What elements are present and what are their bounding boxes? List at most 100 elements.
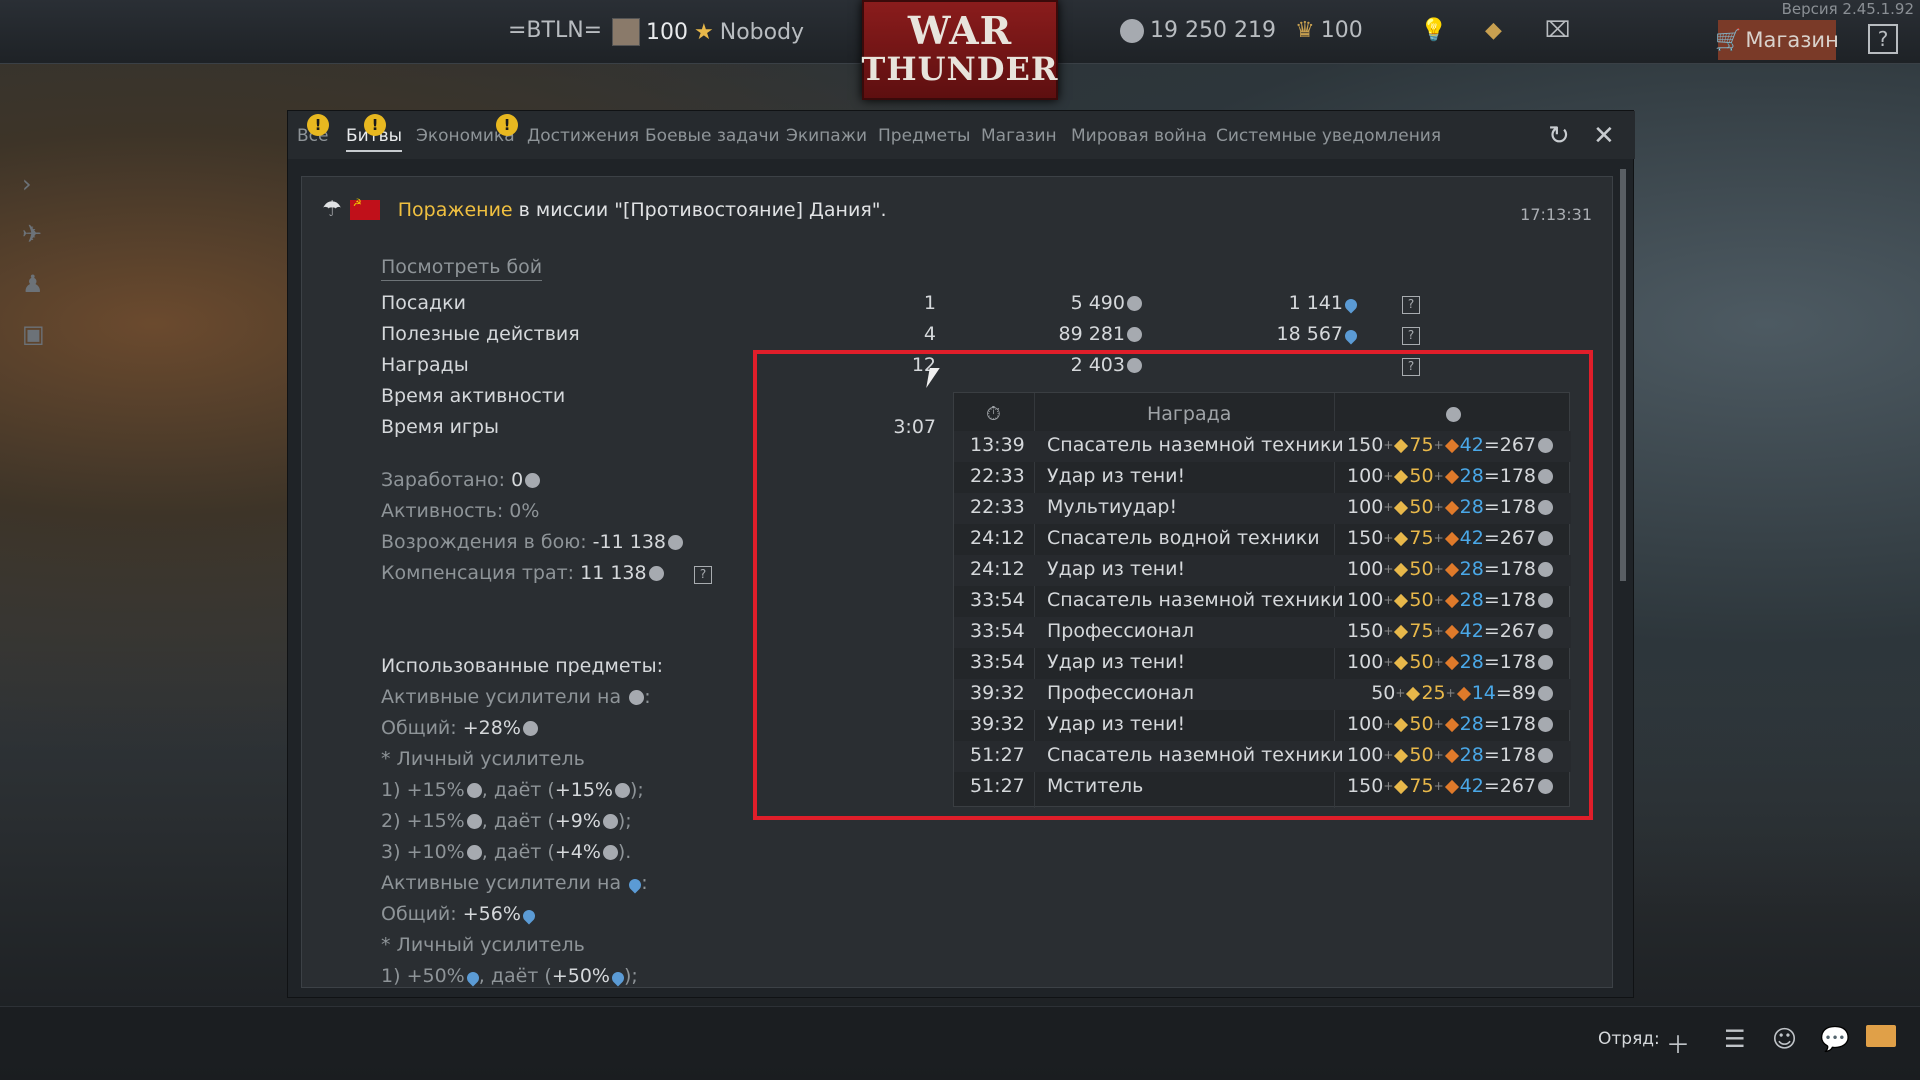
- booster-icon: [1444, 624, 1459, 640]
- add-icon[interactable]: ＋: [1666, 1025, 1690, 1060]
- silver-lion-icon: [1538, 500, 1553, 515]
- reward-name: Профессионал: [1047, 682, 1194, 704]
- reward-value: 100+ 50+ 28=178: [1347, 558, 1553, 580]
- research-point-icon: [1342, 327, 1360, 345]
- tab-world-war[interactable]: Мировая война: [1071, 126, 1207, 146]
- reward-name: Удар из тени!: [1047, 713, 1186, 735]
- tab-achievements[interactable]: Достижения: [527, 126, 639, 146]
- tab-system-notifications[interactable]: Системные уведомления: [1216, 126, 1441, 146]
- premium-icon: [1394, 531, 1409, 547]
- stat-count: 1: [923, 292, 936, 314]
- silver-lion-icon: [1120, 18, 1144, 43]
- refresh-icon[interactable]: ↻: [1548, 121, 1570, 151]
- reward-time: 13:39: [970, 434, 1025, 456]
- top-bar: Версия 2.45.1.92 =BTLN= 100 ★ Nobody WAR…: [0, 0, 1920, 100]
- reward-row: 22:33 Удар из тени! 100+ 50+ 28=178: [954, 462, 1571, 493]
- slot-icon[interactable]: ▣: [22, 320, 45, 348]
- rp-total-line: Общий: +56%: [381, 903, 538, 925]
- golden-eagles-value: 100: [1320, 18, 1363, 43]
- silver-lion-icon: [668, 535, 683, 550]
- stat-label: Награды: [381, 354, 469, 376]
- reward-row: 51:27 Мститель 150+ 75+ 42=267: [954, 772, 1571, 803]
- premium-icon: [1394, 779, 1409, 795]
- premium-diamond-icon[interactable]: ◆: [1485, 18, 1502, 43]
- list-icon[interactable]: ☰: [1724, 1025, 1746, 1053]
- scrollbar[interactable]: [1620, 169, 1626, 581]
- country-flag-icon: [349, 198, 380, 220]
- mail-icon[interactable]: [1866, 1025, 1896, 1047]
- research-point-icon: [626, 876, 644, 894]
- earned-line: Заработано: 0: [381, 469, 541, 491]
- help-icon[interactable]: ?: [694, 566, 712, 584]
- premium-icon: [1394, 717, 1409, 733]
- clan-tag[interactable]: =BTLN=: [508, 18, 602, 43]
- activity-line: Активность: 0%: [381, 500, 540, 522]
- crew-icon[interactable]: ♟: [22, 270, 45, 298]
- tab-economy[interactable]: ! Экономика: [416, 114, 518, 146]
- booster-icon: [1444, 469, 1459, 485]
- lightbulb-icon[interactable]: 💡: [1420, 18, 1447, 43]
- tab-shop[interactable]: Магазин: [981, 126, 1057, 146]
- reward-row: 22:33 Мультиудар! 100+ 50+ 28=178: [954, 493, 1571, 524]
- booster-icon: [1444, 748, 1459, 764]
- booster-icon: [1444, 593, 1459, 609]
- premium-icon: [1394, 469, 1409, 485]
- premium-icon: [1394, 748, 1409, 764]
- booster-icon: [1444, 500, 1459, 516]
- stat-label: Время игры: [381, 416, 499, 438]
- booster-icon: [1444, 779, 1459, 795]
- reward-name: Удар из тени!: [1047, 651, 1186, 673]
- silver-lion-icon: [1538, 655, 1553, 670]
- shop-button[interactable]: 🛒 Магазин: [1715, 20, 1839, 60]
- ticket-icon[interactable]: ⌧: [1545, 18, 1570, 43]
- reward-value: 100+ 50+ 28=178: [1347, 589, 1553, 611]
- tab-crews[interactable]: Экипажи: [786, 126, 867, 146]
- golden-eagles-balance[interactable]: ♛ 100: [1295, 18, 1363, 43]
- stat-label: Посадки: [381, 292, 466, 314]
- reward-time: 24:12: [970, 527, 1025, 549]
- mission-name: в миссии "[Противостояние] Дания".: [518, 198, 887, 221]
- help-icon[interactable]: ?: [1402, 327, 1420, 345]
- reward-name: Спасатель наземной техники: [1047, 434, 1344, 456]
- reward-value: 100+ 50+ 28=178: [1347, 496, 1553, 518]
- left-side-icons: › ✈ ♟ ▣: [22, 170, 45, 348]
- contacts-icon[interactable]: ☺: [1772, 1025, 1797, 1053]
- booster-icon: [1444, 531, 1459, 547]
- reward-row: 13:39 Спасатель наземной техники 150+ 75+ 42…: [954, 431, 1571, 462]
- view-battle-link[interactable]: Посмотреть бой: [381, 256, 543, 281]
- tab-items[interactable]: Предметы: [878, 126, 970, 146]
- squad-label: Отряд:: [1598, 1029, 1660, 1049]
- reward-row: 39:32 Профессионал 50+ 25+ 14=89: [954, 679, 1571, 710]
- chat-icon[interactable]: 💬: [1820, 1025, 1850, 1053]
- stat-sl: 5 490: [1071, 292, 1142, 314]
- compensation-line: Компенсация трат: 11 138: [381, 562, 664, 584]
- war-thunder-logo[interactable]: WAR THUNDER: [862, 0, 1058, 100]
- help-icon[interactable]: ?: [1402, 296, 1420, 314]
- bottom-bar: Отряд: ＋ ☰ ☺ 💬: [0, 1006, 1920, 1066]
- warning-icon: !: [364, 114, 386, 136]
- tab-battle-tasks[interactable]: Боевые задачи: [645, 126, 780, 146]
- close-icon[interactable]: ✕: [1593, 121, 1615, 151]
- silver-lion-icon: [1538, 469, 1553, 484]
- plane-icon[interactable]: ✈: [22, 220, 45, 248]
- silver-lions-value: 19 250 219: [1150, 18, 1276, 43]
- message-time: 17:13:31: [1520, 205, 1592, 224]
- stat-rp: 1 141: [1289, 292, 1360, 314]
- parachute-icon: ☂: [322, 197, 342, 222]
- help-button[interactable]: ?: [1868, 24, 1898, 54]
- reward-name: Спасатель наземной техники: [1047, 589, 1344, 611]
- reward-value: 50+ 25+ 14=89: [1371, 682, 1553, 704]
- booster-item: 2) +15%, даёт (+9%);: [381, 810, 632, 832]
- reward-name: Мультиудар!: [1047, 496, 1178, 518]
- tab-battles[interactable]: ! Битвы: [346, 114, 403, 152]
- reward-name: Мститель: [1047, 775, 1144, 797]
- logo-text-war: WAR: [907, 8, 1013, 53]
- chevron-right-icon[interactable]: ›: [22, 170, 45, 198]
- player-profile[interactable]: 100 ★ Nobody: [612, 18, 804, 46]
- silver-lions-balance[interactable]: 19 250 219: [1118, 18, 1276, 43]
- battle-result: Поражение: [397, 198, 513, 221]
- tab-all[interactable]: ! Все: [297, 114, 329, 146]
- reward-time: 33:54: [970, 589, 1025, 611]
- silver-lion-icon: [522, 721, 538, 736]
- reward-name: Спасатель наземной техники: [1047, 744, 1344, 766]
